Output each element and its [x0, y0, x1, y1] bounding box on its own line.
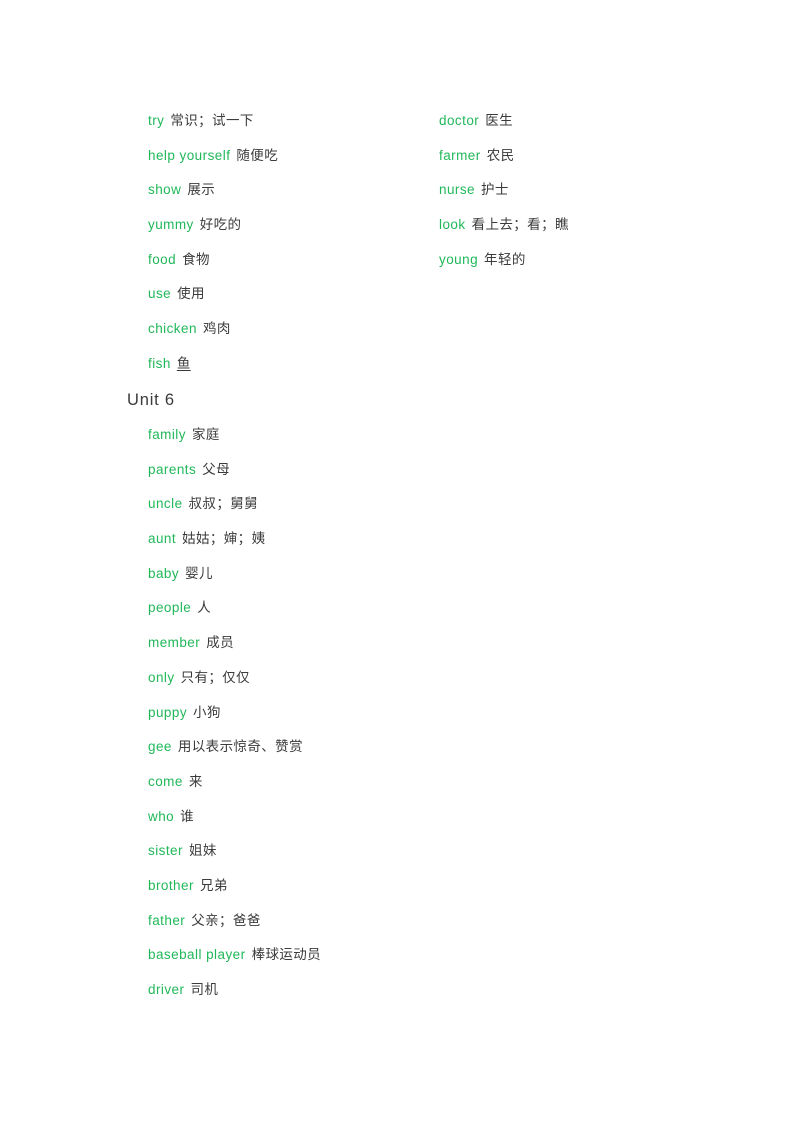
word-list-unit6: family 家庭 parents 父母 uncle 叔叔；舅舅 aunt 姑姑；婶；姨 bab…	[148, 418, 727, 1008]
vocabulary-entry: use 使用	[148, 277, 278, 312]
vocabulary-term: uncle	[148, 496, 183, 512]
vocabulary-term: parents	[148, 461, 197, 477]
vocabulary-entry: chicken 鸡肉	[148, 312, 278, 347]
vocabulary-entry: yummy 好吃的	[148, 208, 278, 243]
vocabulary-term: young	[439, 251, 479, 267]
vocabulary-gloss: 好吃的	[199, 217, 242, 233]
vocabulary-term: only	[148, 669, 175, 685]
vocabulary-gloss: 农民	[486, 147, 515, 163]
vocabulary-gloss: 用以表示惊奇、赞赏	[177, 739, 303, 755]
vocabulary-entry: family 家庭	[148, 418, 727, 453]
vocabulary-entry: puppy 小狗	[148, 696, 727, 731]
word-list-right-column: doctor 医生 farmer 农民 nurse 护士 look 看上去；看；瞧 young 年…	[439, 104, 569, 277]
vocabulary-gloss: 护士	[481, 182, 509, 198]
vocabulary-gloss: 司机	[190, 982, 219, 997]
vocabulary-entry: try 常识；试一下	[148, 104, 278, 139]
vocabulary-gloss: 来	[188, 773, 203, 789]
two-column-word-block: try 常识；试一下 help yourself 随便吃 show 展示 yummy 好吃的 f…	[127, 104, 727, 382]
vocabulary-term: people	[148, 600, 192, 616]
vocabulary-gloss: 年轻的	[484, 251, 526, 267]
vocabulary-term: use	[148, 286, 172, 302]
vocabulary-gloss: 使用	[177, 286, 205, 302]
vocabulary-entry: sister 姐妹	[148, 834, 727, 869]
vocabulary-gloss: 医生	[485, 113, 514, 128]
vocabulary-gloss: 人	[197, 600, 212, 616]
vocabulary-term: help yourself	[148, 147, 231, 163]
vocabulary-term: yummy	[148, 217, 194, 233]
vocabulary-term: fish	[148, 355, 171, 371]
vocabulary-entry: baby 婴儿	[148, 557, 727, 592]
vocabulary-entry: parents 父母	[148, 453, 727, 488]
vocabulary-gloss: 兄弟	[199, 877, 228, 893]
vocabulary-term: gee	[148, 739, 172, 755]
vocabulary-term: nurse	[439, 182, 476, 198]
vocabulary-term: come	[148, 773, 183, 789]
vocabulary-entry: doctor 医生	[439, 104, 569, 139]
vocabulary-term: show	[148, 182, 182, 198]
vocabulary-term: baseball player	[148, 947, 246, 963]
vocabulary-entry: look 看上去；看；瞧	[439, 208, 569, 243]
vocabulary-term: try	[148, 113, 165, 128]
unit-heading: Unit 6	[127, 391, 175, 409]
vocabulary-entry: fish 鱼	[148, 347, 278, 382]
vocabulary-gloss: 展示	[187, 182, 216, 198]
vocabulary-term: farmer	[439, 147, 481, 163]
vocabulary-term: aunt	[148, 531, 177, 547]
vocabulary-entry: who 谁	[148, 800, 727, 835]
vocabulary-entry: nurse 护士	[439, 173, 569, 208]
vocabulary-term: doctor	[439, 113, 480, 128]
vocabulary-term: father	[148, 912, 186, 928]
vocabulary-gloss: 姑姑；婶；姨	[182, 531, 266, 547]
vocabulary-entry: member 成员	[148, 626, 727, 661]
vocabulary-gloss: 常识；试一下	[170, 113, 254, 128]
vocabulary-entry: come 来	[148, 765, 727, 800]
vocabulary-gloss: 只有；仅仅	[180, 669, 251, 685]
vocabulary-gloss: 鱼	[176, 355, 191, 371]
vocabulary-gloss: 鸡肉	[202, 321, 231, 337]
vocabulary-gloss: 看上去；看；瞧	[471, 217, 569, 233]
vocabulary-term: member	[148, 635, 201, 651]
vocabulary-entry: show 展示	[148, 173, 278, 208]
vocabulary-entry: brother 兄弟	[148, 869, 727, 904]
vocabulary-term: who	[148, 808, 175, 824]
vocabulary-entry: baseball player 棒球运动员	[148, 938, 727, 973]
vocabulary-gloss: 父母	[202, 461, 230, 477]
vocabulary-term: food	[148, 251, 177, 267]
vocabulary-gloss: 棒球运动员	[251, 947, 322, 963]
word-list-left-column: try 常识；试一下 help yourself 随便吃 show 展示 yummy 好吃的 f…	[148, 104, 278, 382]
vocabulary-entry: only 只有；仅仅	[148, 661, 727, 696]
vocabulary-term: brother	[148, 877, 194, 893]
vocabulary-term: baby	[148, 565, 180, 581]
vocabulary-term: puppy	[148, 704, 188, 720]
vocabulary-entry: gee 用以表示惊奇、赞赏	[148, 730, 727, 765]
vocabulary-entry: people 人	[148, 591, 727, 626]
vocabulary-entry: farmer 农民	[439, 139, 569, 174]
vocabulary-gloss: 父亲；爸爸	[191, 912, 261, 928]
vocabulary-entry: food 食物	[148, 243, 278, 278]
vocabulary-entry: driver 司机	[148, 973, 727, 1008]
vocabulary-gloss: 谁	[180, 808, 195, 824]
vocabulary-gloss: 成员	[206, 635, 235, 651]
vocabulary-entry: father 父亲；爸爸	[148, 904, 727, 939]
vocabulary-entry: young 年轻的	[439, 243, 569, 278]
vocabulary-term: family	[148, 427, 186, 442]
document-page: try 常识；试一下 help yourself 随便吃 show 展示 yummy 好吃的 f…	[0, 0, 793, 1122]
vocabulary-gloss: 叔叔；舅舅	[188, 496, 259, 512]
vocabulary-entry: help yourself 随便吃	[148, 139, 278, 174]
vocabulary-term: look	[439, 217, 466, 233]
vocabulary-entry: aunt 姑姑；婶；姨	[148, 522, 727, 557]
vocabulary-content: try 常识；试一下 help yourself 随便吃 show 展示 yummy 好吃的 f…	[127, 104, 727, 1008]
vocabulary-gloss: 婴儿	[185, 565, 213, 581]
vocabulary-gloss: 小狗	[193, 704, 221, 720]
vocabulary-gloss: 姐妹	[188, 843, 217, 859]
vocabulary-gloss: 食物	[182, 251, 210, 267]
vocabulary-entry: uncle 叔叔；舅舅	[148, 487, 727, 522]
vocabulary-gloss: 家庭	[191, 427, 220, 442]
vocabulary-gloss: 随便吃	[236, 147, 279, 163]
vocabulary-term: chicken	[148, 321, 197, 337]
vocabulary-term: driver	[148, 982, 185, 997]
vocabulary-term: sister	[148, 843, 183, 859]
